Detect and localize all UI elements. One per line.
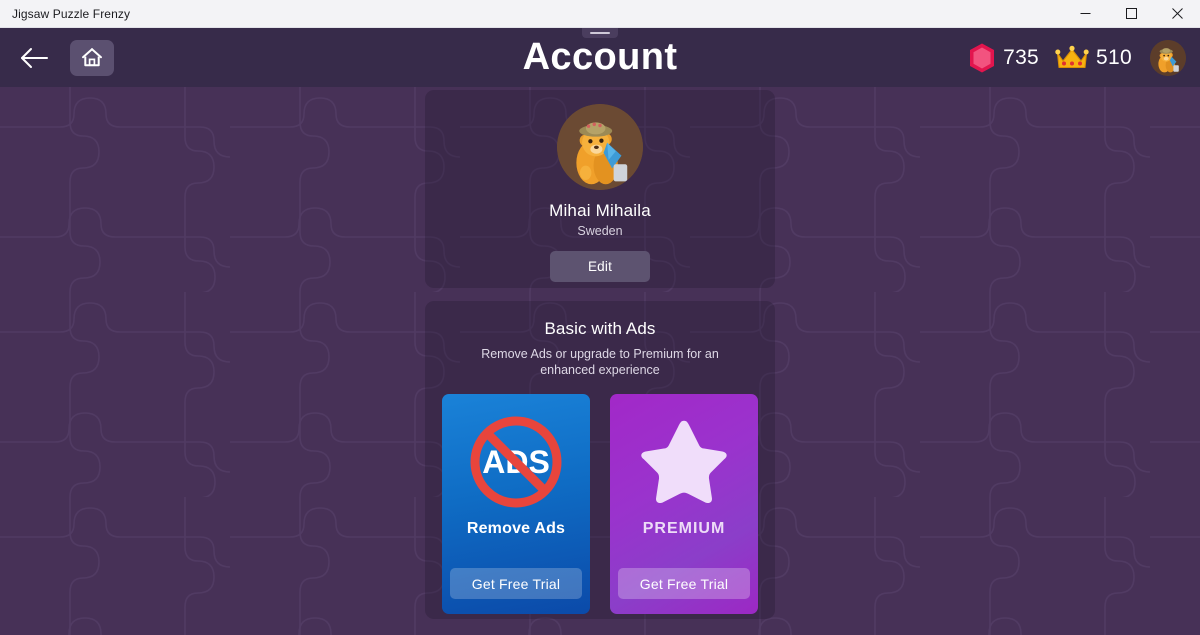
avatar[interactable] [1150,39,1186,76]
no-ads-icon: ADS [470,416,562,508]
gem-count: 735 [1003,45,1040,69]
offer-card-remove-ads[interactable]: ADS Remove Ads Get Free Trial [442,394,590,614]
offer-cards: ADS Remove Ads Get Free Trial PREMIUM G [425,394,775,614]
get-free-trial-button-remove-ads[interactable]: Get Free Trial [450,568,582,599]
subscription-panel: Basic with Ads Remove Ads or upgrade to … [425,301,775,619]
star-icon [641,420,727,504]
crown-count: 510 [1096,45,1132,69]
no-ads-icon-wrap: ADS [466,410,566,514]
offer-card-premium[interactable]: PREMIUM Get Free Trial [610,394,758,614]
subscription-description: Remove Ads or upgrade to Premium for an … [481,347,719,377]
titlebar-app-title: Jigsaw Puzzle Frenzy [12,6,131,21]
maximize-button[interactable] [1108,0,1154,28]
profile-panel: Mihai Mihaila Sweden Edit [425,90,775,288]
gem-icon [970,43,995,72]
profile-country: Sweden [577,224,623,238]
close-button[interactable] [1154,0,1200,28]
home-icon [82,48,102,67]
offer-label-premium: PREMIUM [642,520,726,537]
star-icon-wrap [636,410,732,514]
crown-icon [1055,45,1089,68]
profile-name: Mihai Mihaila [549,201,651,220]
user-avatar-bear-icon [1150,39,1186,76]
currency-gems[interactable]: 735 [964,42,1043,74]
minimize-button[interactable] [1062,0,1108,28]
currency-crowns[interactable]: 510 [1051,45,1136,71]
offer-label-remove-ads: Remove Ads [466,520,566,537]
edit-profile-button[interactable]: Edit [550,251,650,282]
header-right-controls: 735 510 [964,28,1186,87]
titlebar: Jigsaw Puzzle Frenzy [0,0,1200,28]
home-button[interactable] [70,39,114,76]
window-drag-handle[interactable] [582,28,618,38]
header-left-controls [0,36,114,80]
profile-avatar-bear-icon [557,104,643,190]
app-window: Jigsaw Puzzle Frenzy Account 735 510 Mih… [0,0,1200,635]
profile-avatar[interactable] [557,104,643,190]
window-controls [1062,0,1200,28]
account-content: Mihai Mihaila Sweden Edit Basic with Ads… [0,87,1200,635]
get-free-trial-button-premium[interactable]: Get Free Trial [618,568,750,599]
app-header: Account 735 510 [0,28,1200,87]
current-plan-title: Basic with Ads [544,319,656,338]
back-button[interactable] [12,36,56,80]
